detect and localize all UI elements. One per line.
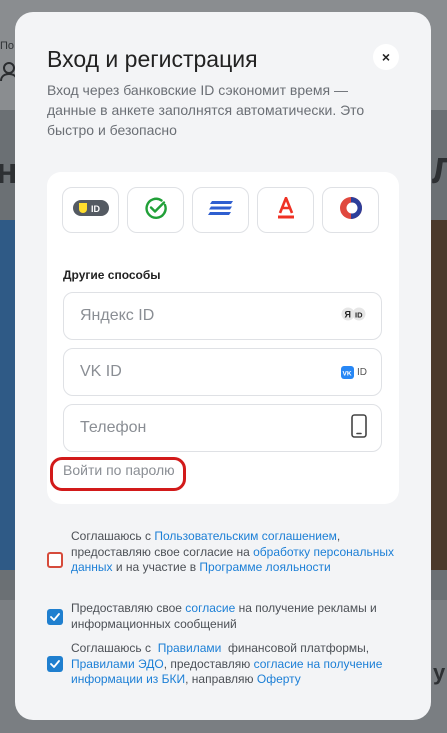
alfa-id-icon xyxy=(276,196,296,224)
checkmark-icon xyxy=(50,613,60,621)
backdrop-photo xyxy=(430,220,447,570)
gazprombank-id-button[interactable] xyxy=(322,187,379,233)
consent-platform-checkbox[interactable] xyxy=(47,656,63,672)
yandex-id-label: Яндекс ID xyxy=(80,307,155,324)
modal-title: Вход и регистрация xyxy=(47,46,258,72)
consent-advertising-checkbox[interactable] xyxy=(47,609,63,625)
offer-link[interactable]: Оферту xyxy=(257,672,301,686)
vk-id-button[interactable]: VK ID VK ID xyxy=(63,348,382,396)
vk-id-icon: VK ID xyxy=(341,365,367,379)
phone-login-button[interactable]: Телефон xyxy=(63,404,382,452)
svg-text:Я: Я xyxy=(345,309,351,319)
consent-text: финансовой платформы, xyxy=(221,641,373,655)
gazprombank-id-icon xyxy=(339,196,363,225)
sber-id-button[interactable] xyxy=(127,187,184,233)
password-login-link[interactable]: Войти по паролю xyxy=(63,462,175,478)
backdrop-text-snippet: По xyxy=(0,40,15,52)
bank-id-row: ID xyxy=(62,187,379,233)
edo-rules-link[interactable]: Правилами ЭДО xyxy=(71,657,164,671)
user-agreement-link[interactable]: Пользовательским соглашением xyxy=(154,529,337,543)
consent-platform-text: Соглашаюсь с Правилами финансовой платфо… xyxy=(71,641,399,688)
vk-id-badge-text: ID xyxy=(357,366,367,378)
close-button[interactable]: × xyxy=(373,44,399,70)
phone-icon xyxy=(351,413,367,443)
consent-text: Соглашаюсь с xyxy=(71,641,158,655)
yandex-id-button[interactable]: Яндекс ID Я ID xyxy=(63,292,382,340)
backdrop-banner xyxy=(0,220,16,570)
phone-label: Телефон xyxy=(80,419,147,436)
yandex-id-icon: Я ID xyxy=(341,307,367,326)
svg-text:VK: VK xyxy=(343,370,352,377)
backdrop-heading-fragment-right: Л xyxy=(432,150,447,191)
vk-id-label: VK ID xyxy=(80,363,122,380)
consent-text: Соглашаюсь с xyxy=(71,529,155,543)
consent-terms-checkbox[interactable] xyxy=(47,552,63,568)
consent-terms: Соглашаюсь с Пользовательским соглашение… xyxy=(47,529,399,576)
consent-text: , направляю xyxy=(185,672,257,686)
tinkoff-id-button[interactable]: ID xyxy=(62,187,119,233)
vtb-id-button[interactable] xyxy=(192,187,249,233)
other-methods-label: Другие способы xyxy=(63,268,161,282)
consent-terms-text: Соглашаюсь с Пользовательским соглашение… xyxy=(71,529,399,576)
consent-text: , предоставляю xyxy=(163,656,254,671)
backdrop-text-snippet-right: у xyxy=(433,660,446,685)
checkmark-icon xyxy=(50,660,60,668)
loyalty-program-link[interactable]: Программе лояльности xyxy=(199,560,330,574)
svg-text:ID: ID xyxy=(355,310,363,319)
consent-advertising: Предоставляю свое согласие на получение … xyxy=(47,601,399,632)
platform-rules-link[interactable]: Правилами xyxy=(158,641,222,655)
alfa-id-button[interactable] xyxy=(257,187,314,233)
advertising-consent-link[interactable]: согласие xyxy=(185,601,235,615)
sber-id-icon xyxy=(144,196,168,225)
vtb-id-icon xyxy=(207,200,234,221)
login-modal: Вход и регистрация × Вход через банковск… xyxy=(15,12,431,720)
modal-subtitle: Вход через банковские ID сэкономит время… xyxy=(47,82,365,138)
consent-platform-rules: Соглашаюсь с Правилами финансовой платфо… xyxy=(47,641,399,688)
tinkoff-id-icon: ID xyxy=(72,199,109,221)
consent-text: Предоставляю свое xyxy=(71,601,186,615)
consent-advertising-text: Предоставляю свое согласие на получение … xyxy=(71,601,399,632)
login-methods-card: ID Другие способы Яндекс ID Я ID VK ID V… xyxy=(47,172,399,504)
svg-text:ID: ID xyxy=(91,204,101,214)
consent-text: и на участие в xyxy=(112,560,200,574)
